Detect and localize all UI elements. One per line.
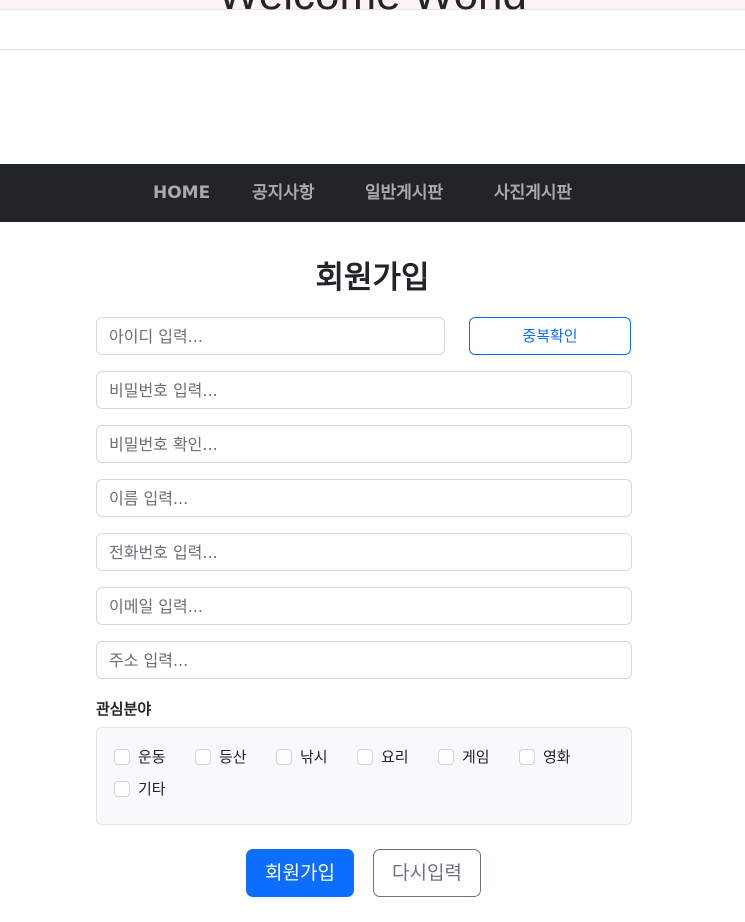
page-title: 회원가입 — [315, 260, 430, 296]
nav-item-home[interactable]: HOME — [153, 164, 210, 222]
interest-option-label: 요리 — [381, 748, 409, 766]
interest-option-label: 기타 — [138, 780, 166, 798]
interests-group: 운동 등산 낚시 요리 게임 영화 기타 — [96, 727, 632, 825]
interest-option-label: 영화 — [543, 748, 571, 766]
checkbox[interactable] — [195, 749, 211, 765]
checkbox[interactable] — [357, 749, 373, 765]
nav-item-photo-board[interactable]: 사진게시판 — [494, 164, 572, 222]
checkbox[interactable] — [114, 781, 130, 797]
checkbox[interactable] — [276, 749, 292, 765]
nav-item-general-board[interactable]: 일반게시판 — [365, 164, 443, 222]
password-confirm-input[interactable] — [96, 425, 632, 463]
interests-label: 관심분야 — [96, 700, 152, 718]
user-id-input[interactable] — [96, 317, 445, 355]
main-navbar: HOME 공지사항 일반게시판 사진게시판 — [0, 164, 745, 222]
checkbox[interactable] — [114, 749, 130, 765]
interest-option-label: 등산 — [219, 748, 247, 766]
password-input[interactable] — [96, 371, 632, 409]
address-input[interactable] — [96, 641, 632, 679]
phone-input[interactable] — [96, 533, 632, 571]
interest-option-label: 게임 — [462, 748, 490, 766]
email-input[interactable] — [96, 587, 632, 625]
nav-item-notice[interactable]: 공지사항 — [252, 164, 315, 222]
interest-option-label: 낚시 — [300, 748, 328, 766]
checkbox[interactable] — [438, 749, 454, 765]
reset-button[interactable]: 다시입력 — [373, 849, 481, 897]
signup-submit-button[interactable]: 회원가입 — [246, 849, 354, 897]
duplicate-check-button[interactable]: 중복확인 — [469, 317, 631, 355]
site-title: Welcome World — [0, 0, 745, 20]
interest-option-label: 운동 — [138, 748, 166, 766]
name-input[interactable] — [96, 479, 632, 517]
checkbox[interactable] — [519, 749, 535, 765]
site-banner: Welcome World — [0, 0, 745, 50]
